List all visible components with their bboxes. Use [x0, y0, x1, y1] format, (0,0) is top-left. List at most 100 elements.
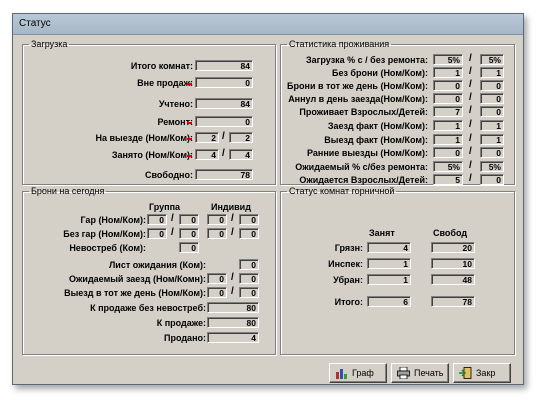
cleaned-free: 48	[431, 274, 475, 285]
same-day-departure-rooms: 0	[207, 287, 227, 298]
cleaned-occupied: 1	[367, 274, 411, 285]
inspected-label: Инспек:	[328, 259, 363, 269]
stat-value-a: 5%	[433, 54, 463, 65]
free-value: 78	[195, 169, 253, 180]
sold-label: Продано:	[164, 333, 206, 343]
expected-arrival-guests: 0	[239, 273, 259, 284]
total-rooms-value: 84	[195, 60, 253, 71]
stat-label: Ожидается Взрослых/Детей:	[299, 175, 428, 185]
slash: /	[469, 66, 472, 77]
individual-header: Индивид	[211, 202, 251, 212]
bar-chart-icon	[336, 369, 347, 379]
departing-guests-value: 2	[229, 132, 253, 143]
stat-label: Загрузка % с / без ремонта:	[306, 55, 428, 65]
stat-value-a: 0	[433, 93, 463, 104]
guar-indiv-guests: 0	[239, 214, 259, 225]
total-label: Итого:	[334, 297, 363, 307]
counted-label: Учтено:	[158, 99, 193, 109]
guar-group-rooms: 0	[147, 214, 167, 225]
slash: /	[469, 92, 472, 103]
slash: /	[231, 227, 234, 238]
free-label: Свободно:	[145, 170, 193, 180]
stat-value-a: 1	[433, 67, 463, 78]
slash: /	[171, 213, 174, 224]
title-bar[interactable]: Статус	[13, 14, 523, 35]
repair-value: 0	[195, 116, 253, 127]
nonguar-indiv-rooms: 0	[207, 228, 227, 239]
occupied-rooms-value: 4	[195, 149, 219, 160]
red-marker-icon	[187, 138, 192, 140]
out-of-sale-label: Вне продаж:	[137, 78, 193, 88]
close-button[interactable]: Закр	[453, 363, 511, 383]
window-client: Загрузка Итого комнат: 84 Вне продаж: 0 …	[16, 35, 519, 383]
non-guaranteed-label: Без гар (Ном/Ком):	[63, 229, 146, 239]
load-legend: Загрузка	[31, 39, 68, 49]
stat-label: Проживает Взрослых/Детей:	[299, 107, 428, 117]
stat-label: Ранние выезды (Ном/Ком):	[307, 148, 428, 158]
unclaimed-label: Невостреб (Ком):	[69, 243, 146, 253]
slash: /	[469, 119, 472, 130]
slash: /	[231, 286, 234, 297]
stat-value-b: 0	[480, 93, 504, 104]
stat-label: Заезд факт (Ном/Ком):	[327, 121, 428, 131]
red-marker-icon	[187, 122, 192, 124]
close-button-label: Закр	[476, 368, 496, 378]
for-sale-no-unclaimed-value: 80	[207, 302, 259, 313]
maid-legend: Статус комнат горничной	[289, 186, 395, 196]
stat-value-b: 1	[480, 67, 504, 78]
unclaimed-value: 0	[179, 242, 199, 253]
stat-value-a: 0	[433, 80, 463, 91]
stat-label: Ожидаемый % с/без ремонта:	[295, 162, 428, 172]
graph-button[interactable]: Граф	[329, 363, 387, 383]
slash: /	[231, 272, 234, 283]
cleaned-label: Убран:	[333, 275, 363, 285]
print-button-label: Печать	[414, 368, 444, 378]
total-free: 78	[431, 296, 475, 307]
printer-icon	[397, 367, 410, 379]
red-marker-icon	[187, 83, 192, 85]
window-title: Статус	[19, 18, 51, 29]
nonguar-group-guests: 0	[179, 228, 199, 239]
slash: /	[171, 227, 174, 238]
stat-label: Аннул в день заезда(Ном/Ком):	[288, 94, 428, 104]
guaranteed-label: Гар (Ном/Ком):	[80, 215, 146, 225]
stat-value-b: 0	[480, 147, 504, 158]
stay-stats-group: Статистика проживания Загрузка % с / без…	[280, 39, 515, 185]
for-sale-no-unclaimed-label: К продаже без невостреб:	[90, 303, 206, 313]
print-button[interactable]: Печать	[391, 363, 449, 383]
reservations-today-group: Брони на сегодня Группа Индивид Гар (Ном…	[22, 186, 276, 355]
slash: /	[222, 131, 225, 142]
occupied-guests-value: 4	[229, 149, 253, 160]
stat-value-a: 7	[433, 106, 463, 117]
slash: /	[469, 160, 472, 171]
same-day-departure-guests: 0	[239, 287, 259, 298]
red-marker-icon	[187, 155, 192, 157]
dirty-occupied: 4	[367, 242, 411, 253]
stat-value-a: 0	[433, 147, 463, 158]
today-legend: Брони на сегодня	[31, 186, 105, 196]
sold-value: 4	[207, 332, 259, 343]
free-header: Свобод	[433, 228, 468, 238]
slash: /	[469, 133, 472, 144]
slash: /	[469, 105, 472, 116]
stat-value-a: 5%	[433, 161, 463, 172]
nonguar-group-rooms: 0	[147, 228, 167, 239]
expected-arrival-label: Ожидаемый заезд (Ном/Комн):	[69, 274, 206, 284]
slash: /	[469, 53, 472, 64]
stat-label: Без брони (Ном/Ком):	[331, 68, 428, 78]
slash: /	[231, 213, 234, 224]
status-window: Статус Загрузка Итого комнат: 84 Вне про…	[12, 13, 524, 385]
guar-indiv-rooms: 0	[207, 214, 227, 225]
departing-rooms-value: 2	[195, 132, 219, 143]
stat-value-b: 0	[480, 174, 504, 185]
same-day-departure-label: Выезд в тот же день (Ном/Ком):	[64, 288, 206, 298]
stat-value-b: 1	[480, 120, 504, 131]
dirty-label: Грязн:	[334, 243, 363, 253]
departing-label: На выезде (Ном/Ком):	[95, 133, 193, 143]
waitlist-value: 0	[239, 259, 259, 270]
slash: /	[222, 148, 225, 159]
stat-value-a: 1	[433, 134, 463, 145]
nonguar-indiv-guests: 0	[239, 228, 259, 239]
exit-door-icon	[459, 367, 472, 379]
stat-value-b: 0	[480, 80, 504, 91]
